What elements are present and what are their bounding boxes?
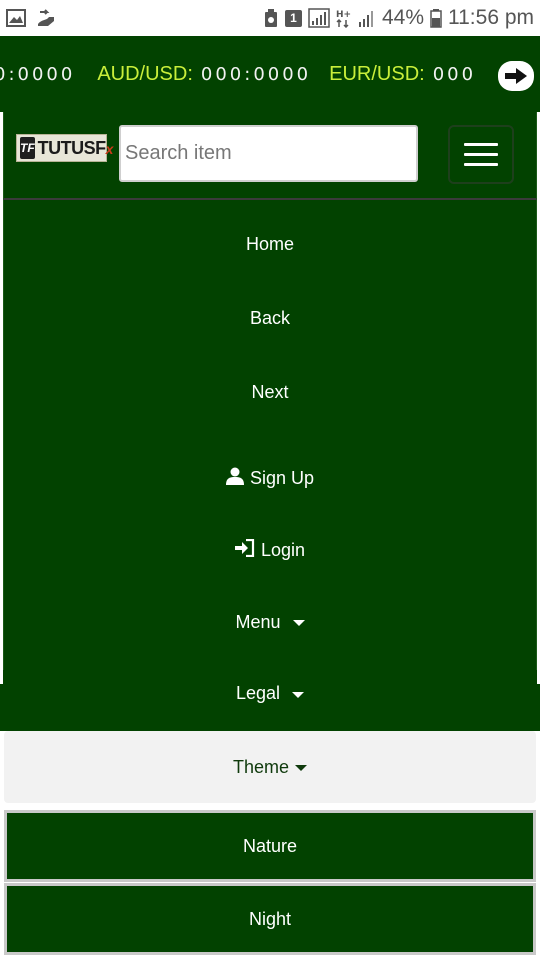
theme-option-nature[interactable]: Nature [4,810,536,882]
hamburger-line [464,153,498,156]
caret-down-icon [292,620,305,626]
menu-item-signup[interactable]: Sign Up [4,460,536,496]
network-type-icon: H+ [336,8,352,28]
menu-item-next[interactable]: Next [4,374,536,410]
svg-text:H+: H+ [336,10,351,20]
theme-option-label: Night [248,908,292,929]
menu-item-label: Back [249,307,291,328]
menu-item-label: Theme [232,756,290,777]
logo[interactable]: TF TUTUSFx [16,134,113,162]
menu-item-theme[interactable]: Theme [4,731,536,803]
ticker-track: 0:0000 AUD/USD: 000:0000 EUR/USD: 000 [0,36,494,112]
logo-text-suffix: x [105,140,114,157]
battery-percent: 44% [381,6,424,29]
battery-icon [430,8,442,28]
ticker-item: 0:0000 [0,64,75,85]
menu-item-label: Sign Up [249,467,315,488]
menu-item-menu[interactable]: Menu [4,604,536,640]
caret-down-icon [292,691,305,698]
menu-item-label: Menu [235,611,281,632]
menu-item-home[interactable]: Home [4,226,536,262]
image-icon [6,9,26,27]
search-input[interactable] [119,125,418,182]
menu-item-label: Legal [235,683,281,703]
user-icon [225,467,244,490]
hamburger-icon[interactable] [448,125,514,184]
arrow-right-icon[interactable] [498,61,534,91]
theme-option-night[interactable]: Night [4,883,536,955]
download-icon [36,8,58,28]
menu-item-label: Home [245,233,294,254]
ticker-pair: EUR/USD: [329,62,425,85]
ticker-value: 000:0000 [200,63,312,85]
recycle-icon [263,8,279,28]
logo-text-main: TUTUSF [37,137,107,158]
menu-item-legal[interactable]: Legal [3,670,537,717]
nav-menu: Home Back Next Sign Up Login Menu [3,200,537,684]
signal-icon [308,8,330,28]
menu-item-label: Next [251,381,289,402]
ticker-item: EUR/USD: 000 [329,63,476,86]
status-bar: 1 H+ 44% 11:56 pm [0,0,540,36]
ticker-item: AUD/USD: 000:0000 [97,63,311,86]
login-icon [234,538,255,562]
ticker-value: 000 [432,63,477,85]
theme-option-label: Nature [242,835,298,856]
menu-item-login[interactable]: Login [4,532,536,568]
logo-mark: TF [20,137,35,159]
signal-icon-2 [358,8,376,28]
menu-item-label: Login [260,539,306,560]
clock: 11:56 pm [448,6,534,29]
hamburger-line [464,143,498,146]
hamburger-line [464,163,498,166]
menu-item-back[interactable]: Back [4,300,536,336]
ticker-pair: AUD/USD: [97,62,193,85]
currency-ticker: 0:0000 AUD/USD: 000:0000 EUR/USD: 000 [0,36,540,112]
caret-down-icon [295,765,308,771]
ticker-value: 0:0000 [0,63,76,85]
navbar: TF TUTUSFx [3,112,537,200]
sim-icon: 1 [284,9,302,27]
logo-text: TUTUSFx [37,137,114,159]
